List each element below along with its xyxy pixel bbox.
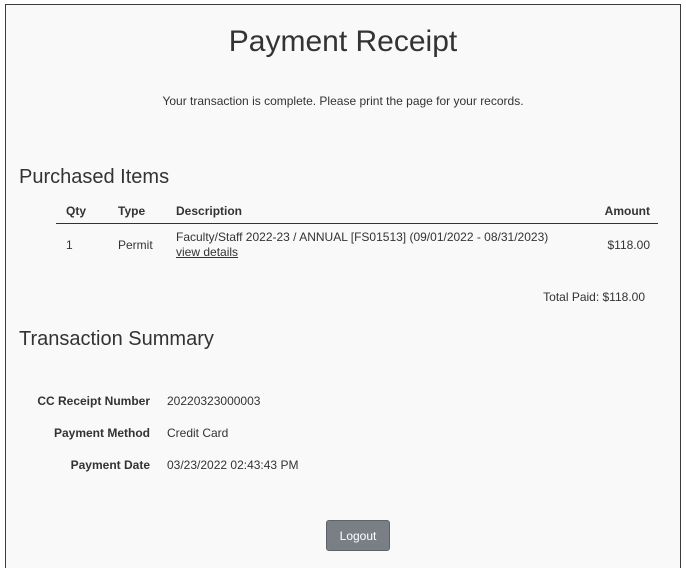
payment-date-value: 03/23/2022 02:43:43 PM bbox=[167, 458, 299, 472]
receipt-number-label: CC Receipt Number bbox=[37, 394, 150, 408]
completion-notice: Your transaction is complete. Please pri… bbox=[162, 94, 524, 108]
transaction-summary-heading: Transaction Summary bbox=[19, 328, 214, 350]
item-description-cell: Faculty/Staff 2022-23 / ANNUAL [FS01513]… bbox=[176, 224, 590, 261]
view-details-link[interactable]: view details bbox=[176, 245, 238, 259]
page-title: Payment Receipt bbox=[228, 25, 458, 58]
column-header-type: Type bbox=[118, 204, 176, 224]
payment-date-label: Payment Date bbox=[70, 458, 150, 472]
logout-button[interactable]: Logout bbox=[326, 520, 390, 551]
table-header-row: Qty Type Description Amount bbox=[56, 204, 658, 224]
receipt-panel: Payment Receipt Your transaction is comp… bbox=[5, 4, 681, 568]
column-header-qty: Qty bbox=[56, 204, 118, 224]
item-qty: 1 bbox=[66, 238, 73, 252]
receipt-number-value: 20220323000003 bbox=[167, 394, 261, 408]
total-paid: Total Paid: $118.00 bbox=[543, 290, 645, 304]
payment-method-label: Payment Method bbox=[53, 426, 150, 440]
column-header-amount: Amount bbox=[590, 204, 658, 224]
payment-method-value: Credit Card bbox=[167, 426, 229, 440]
column-header-description: Description bbox=[176, 204, 590, 224]
table-row: 1 Permit Faculty/Staff 2022-23 / ANNUAL … bbox=[56, 224, 658, 261]
item-type: Permit bbox=[118, 238, 153, 252]
purchased-items-heading: Purchased Items bbox=[19, 166, 170, 188]
item-amount: $118.00 bbox=[607, 238, 651, 252]
purchased-items-table: Qty Type Description Amount 1 Permit Fac… bbox=[56, 204, 658, 260]
item-description: Faculty/Staff 2022-23 / ANNUAL [FS01513]… bbox=[176, 230, 549, 244]
